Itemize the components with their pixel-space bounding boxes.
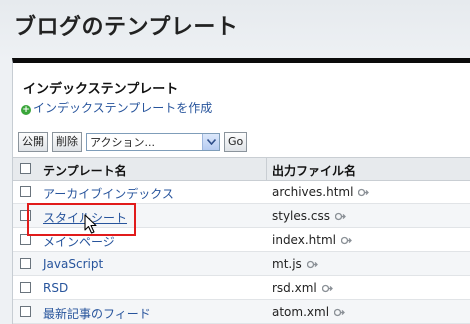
table-row: メインページ index.html (13, 228, 470, 252)
table-row: JavaScript mt.js (13, 252, 470, 276)
output-file-name: rsd.xml (272, 281, 317, 295)
output-file-cell: index.html (272, 233, 352, 248)
output-file-name: styles.css (272, 209, 330, 223)
table-row: RSD rsd.xml (13, 276, 470, 300)
external-link-icon[interactable] (333, 306, 345, 320)
index-templates-panel: インデックステンプレート + インデックステンプレートを作成 公開 削除 アクショ… (12, 58, 470, 324)
blog-templates-page: ブログのテンプレート インデックステンプレート + インデックステンプレートを作成… (0, 0, 470, 324)
column-header-output-file: 出力ファイル名 (272, 164, 357, 178)
chevron-down-icon (202, 134, 219, 150)
external-link-icon[interactable] (358, 186, 370, 200)
create-index-template-link[interactable]: + インデックステンプレートを作成 (21, 99, 212, 116)
table-row: スタイルシート styles.css (13, 204, 470, 228)
plus-circle-icon: + (21, 105, 31, 115)
output-file-name: index.html (272, 233, 336, 247)
column-divider (266, 158, 267, 180)
publish-button[interactable]: 公開 (18, 132, 48, 152)
row-checkbox[interactable] (20, 210, 31, 221)
template-name-link[interactable]: アーカイブインデックス (43, 185, 174, 202)
external-link-icon[interactable] (321, 282, 333, 296)
external-link-icon[interactable] (334, 210, 346, 224)
page-title: ブログのテンプレート (14, 15, 239, 40)
output-file-name: archives.html (272, 185, 354, 199)
row-checkbox[interactable] (20, 306, 31, 317)
row-checkbox[interactable] (20, 234, 31, 245)
delete-button[interactable]: 削除 (52, 132, 82, 152)
row-checkbox[interactable] (20, 282, 31, 293)
template-name-link[interactable]: 最新記事のフィード (43, 305, 151, 322)
action-select-value: アクション... (90, 136, 155, 149)
template-name-link[interactable]: RSD (43, 281, 68, 295)
panel-title: インデックステンプレート (23, 82, 179, 97)
template-name-link[interactable]: スタイルシート (43, 209, 127, 226)
external-link-icon[interactable] (306, 258, 318, 272)
output-file-name: mt.js (272, 257, 302, 271)
go-button[interactable]: Go (224, 132, 248, 152)
table-row: アーカイブインデックス archives.html (13, 180, 470, 204)
column-header-template-name: テンプレート名 (43, 164, 127, 178)
table-header: テンプレート名 出力ファイル名 (13, 157, 470, 181)
template-name-link[interactable]: JavaScript (43, 257, 103, 271)
create-index-template-label: インデックステンプレートを作成 (33, 101, 213, 115)
select-all-checkbox[interactable] (20, 163, 31, 174)
row-checkbox[interactable] (20, 186, 31, 197)
output-file-cell: styles.css (272, 209, 346, 224)
templates-toolbar: 公開 削除 アクション... Go (18, 131, 248, 153)
external-link-icon[interactable] (340, 234, 352, 248)
output-file-cell: archives.html (272, 185, 370, 200)
output-file-cell: mt.js (272, 257, 318, 272)
table-row: 最新記事のフィード atom.xml (13, 300, 470, 324)
template-name-link[interactable]: メインページ (43, 233, 115, 250)
row-checkbox[interactable] (20, 258, 31, 269)
output-file-cell: atom.xml (272, 305, 345, 320)
action-select[interactable]: アクション... (86, 133, 220, 151)
output-file-cell: rsd.xml (272, 281, 333, 296)
output-file-name: atom.xml (272, 305, 330, 319)
